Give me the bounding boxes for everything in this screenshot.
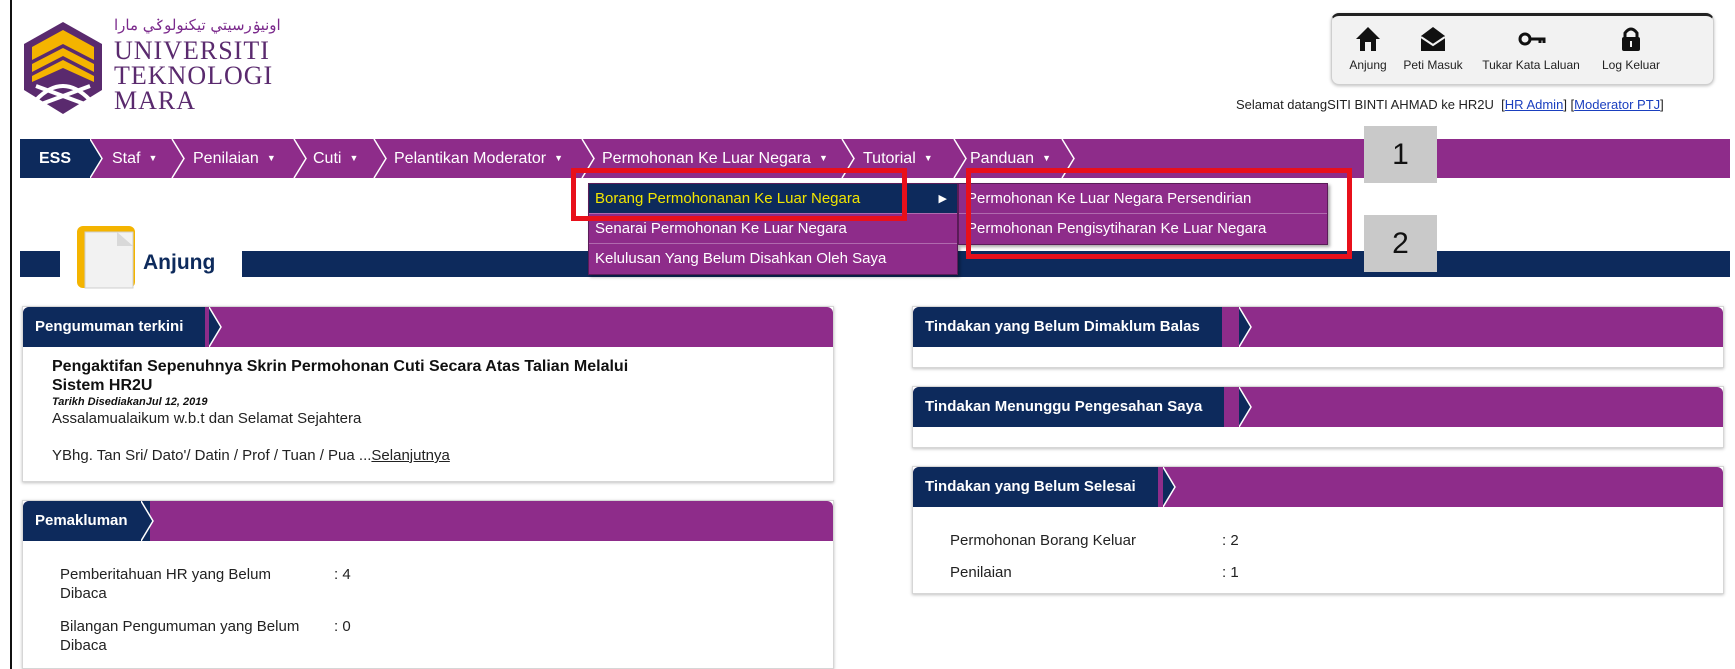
header-chevron-icon	[209, 307, 222, 347]
header-chevron-icon	[1163, 467, 1176, 507]
awaiting-approval-header-label: Tindakan Menunggu Pengesahan Saya	[913, 387, 1225, 427]
key-icon	[1518, 32, 1546, 46]
header-chevron-icon	[1239, 307, 1252, 347]
pending-feedback-panel: Tindakan yang Belum Dimaklum Balas	[912, 306, 1724, 368]
nav-penilaian[interactable]: Penilaian ▼	[193, 139, 276, 178]
notice-label: Pemberitahuan HR yang Belum Dibaca	[60, 566, 271, 602]
chevron-down-icon: ▼	[148, 153, 158, 163]
incomplete-actions-header-label: Tindakan yang Belum Selesai	[913, 467, 1158, 507]
chevron-down-icon: ▼	[266, 153, 276, 163]
chevron-down-icon: ▼	[819, 153, 828, 163]
logo-name: UNIVERSITI TEKNOLOGI MARA	[114, 36, 274, 115]
read-more-link[interactable]: Selanjutnya	[371, 447, 449, 464]
header-chevron-icon	[1239, 387, 1252, 427]
logo-jawi-text: اونيۏرسيتي تيكنولوݢي مارا	[114, 16, 281, 34]
nav-ess[interactable]: ESS	[20, 139, 90, 178]
incomplete-actions-header: Tindakan yang Belum Selesai	[913, 467, 1723, 507]
callout-1: 1	[1364, 126, 1437, 183]
chevron-down-icon: ▼	[554, 153, 564, 163]
announcement-date: Tarikh DisediakanJul 12, 2019	[52, 396, 208, 408]
moderator-ptj-link[interactable]: Moderator PTJ	[1574, 97, 1660, 112]
highlight-box-1	[571, 168, 907, 221]
logout-button[interactable]: Log Keluar	[1596, 24, 1666, 72]
pending-item-value: : 1	[1222, 564, 1239, 581]
header-chevron-icon	[141, 501, 154, 541]
pending-item-label[interactable]: Penilaian	[950, 563, 1012, 582]
chevron-right-icon: ▶	[938, 193, 947, 205]
pending-feedback-header-label: Tindakan yang Belum Dimaklum Balas	[913, 307, 1222, 347]
nav-separator-icon	[90, 139, 103, 178]
pending-item-label[interactable]: Permohonan Borang Keluar	[950, 531, 1136, 550]
page-title: Anjung	[143, 251, 216, 274]
nav-separator-icon	[293, 139, 307, 178]
inbox-button[interactable]: Peti Masuk	[1398, 24, 1468, 72]
uitm-crest-icon	[24, 22, 102, 114]
incomplete-actions-panel: Tindakan yang Belum Selesai	[912, 466, 1724, 594]
nav-cuti[interactable]: Cuti ▼	[313, 139, 358, 178]
nav-pelantikan-moderator[interactable]: Pelantikan Moderator ▼	[394, 139, 563, 178]
awaiting-approval-panel: Tindakan Menunggu Pengesahan Saya	[912, 386, 1724, 448]
announcements-header: Pengumuman terkini	[23, 307, 833, 347]
nav-staf[interactable]: Staf ▼	[112, 139, 157, 178]
pending-item-value: : 2	[1222, 532, 1239, 549]
announcement-title[interactable]: Pengaktifan Sepenuhnya Skrin Permohonan …	[52, 357, 672, 395]
nav-separator-icon	[171, 139, 185, 178]
chevron-down-icon: ▼	[349, 153, 359, 163]
change-password-button[interactable]: Tukar Kata Laluan	[1475, 24, 1587, 72]
home-icon	[1356, 27, 1380, 51]
chevron-down-icon: ▼	[1042, 153, 1051, 163]
awaiting-approval-header: Tindakan Menunggu Pengesahan Saya	[913, 387, 1723, 427]
hr-admin-link[interactable]: HR Admin	[1505, 97, 1564, 112]
menu-item-kelulusan[interactable]: Kelulusan Yang Belum Disahkan Oleh Saya	[589, 244, 957, 274]
notices-header: Pemakluman	[23, 501, 833, 541]
lock-icon	[1622, 27, 1640, 51]
announcements-header-label: Pengumuman terkini	[23, 307, 206, 347]
nav-separator-icon	[373, 139, 387, 178]
notice-label: Bilangan Pengumuman yang Belum Dibaca	[60, 618, 300, 654]
home-button[interactable]: Anjung	[1344, 24, 1392, 72]
announcement-excerpt: YBhg. Tan Sri/ Dato'/ Datin / Prof / Tua…	[52, 447, 450, 464]
welcome-message: Selamat datangSITI BINTI AHMAD ke HR2U […	[1236, 97, 1664, 112]
clipboard-icon	[77, 226, 135, 289]
mail-icon	[1420, 27, 1446, 51]
pending-feedback-header: Tindakan yang Belum Dimaklum Balas	[913, 307, 1723, 347]
announcement-text: Assalamualaikum w.b.t dan Selamat Sejaht…	[52, 410, 362, 427]
highlight-box-2	[966, 168, 1352, 259]
uitm-logo[interactable]: اونيۏرسيتي تيكنولوݢي مارا UNIVERSITI TEK…	[22, 16, 282, 126]
callout-2: 2	[1364, 215, 1437, 272]
user-toolbox: Anjung Peti Masuk Tukar Kata Laluan Log …	[1331, 13, 1714, 85]
notice-value: : 4	[334, 566, 351, 583]
notice-value: : 0	[334, 618, 351, 635]
notices-header-label: Pemakluman	[23, 501, 150, 541]
chevron-down-icon: ▼	[923, 153, 933, 163]
